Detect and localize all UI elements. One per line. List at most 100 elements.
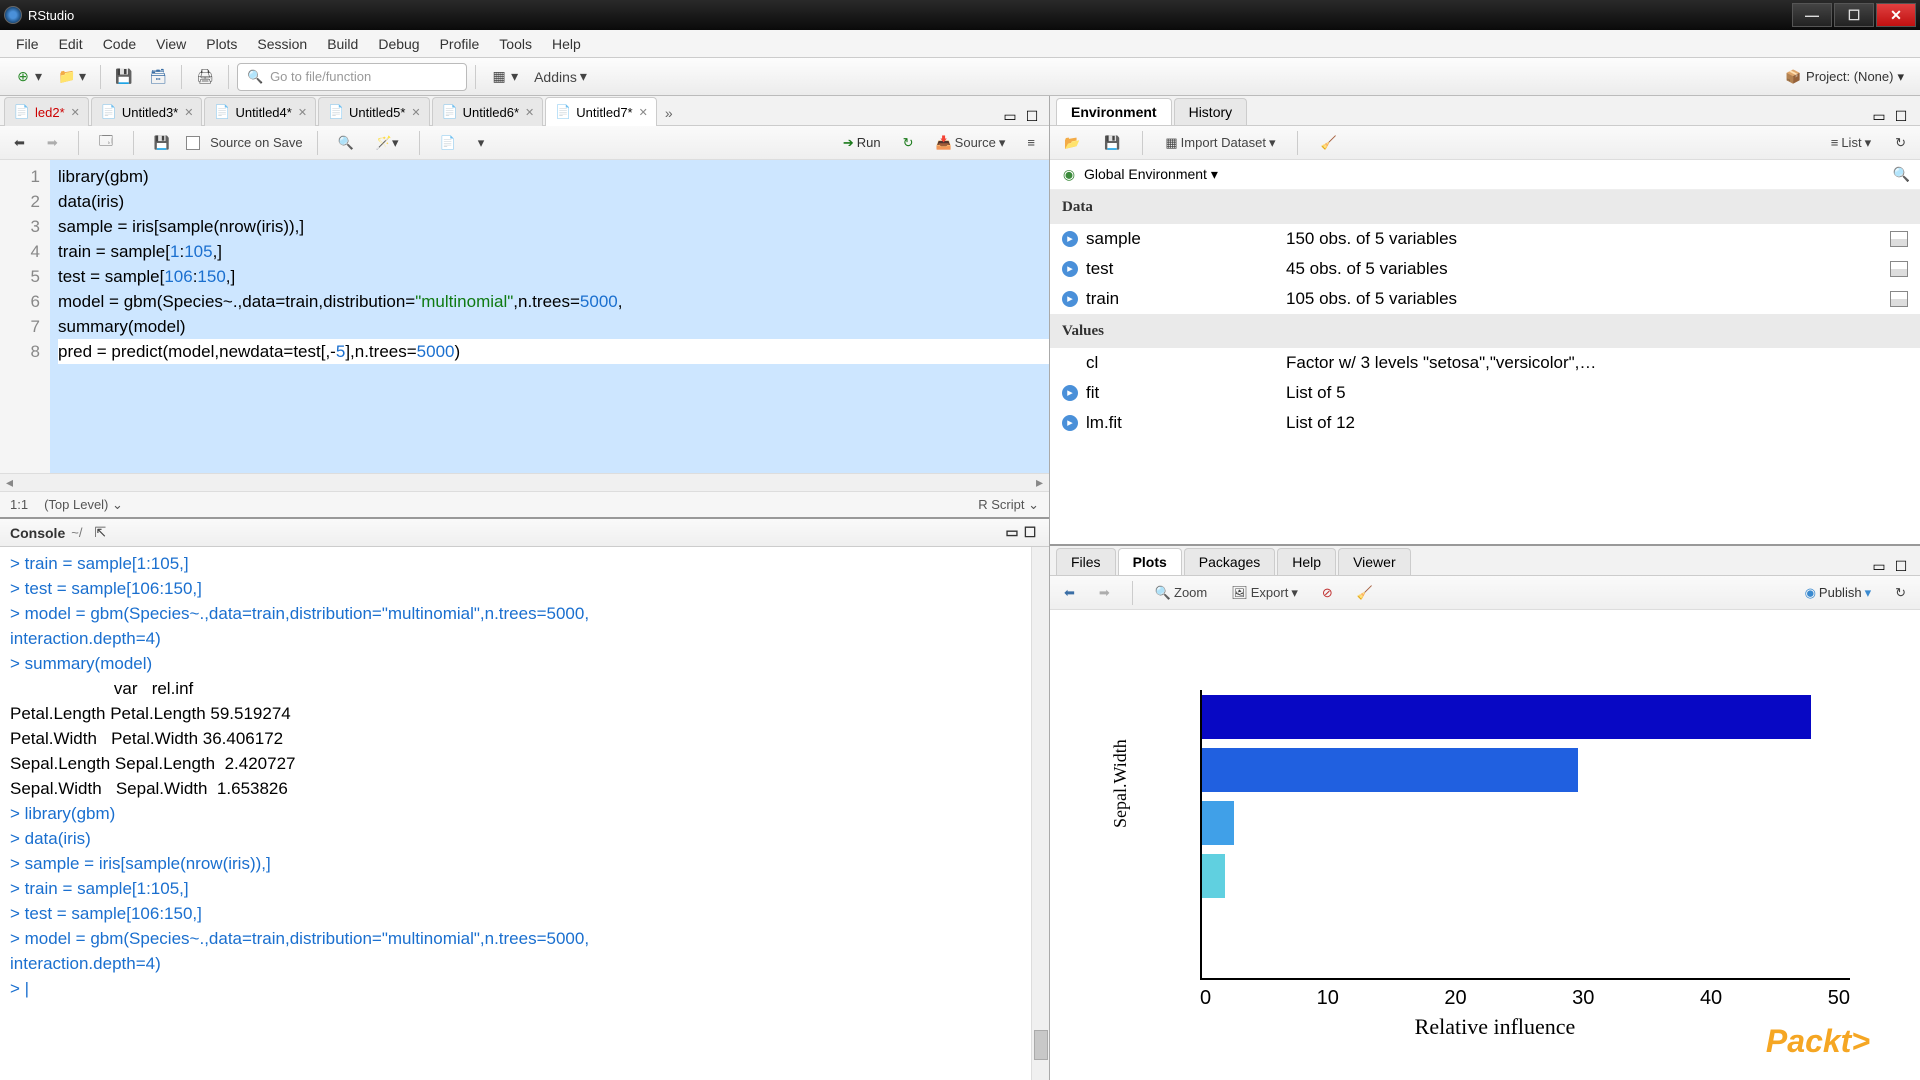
src-maximize-icon[interactable]: ☐: [1023, 107, 1041, 125]
print-button[interactable]: 🖨: [190, 64, 220, 90]
plots-tab-packages[interactable]: Packages: [1184, 548, 1275, 575]
console-minimize-icon[interactable]: ▭: [1003, 524, 1021, 542]
source-tab[interactable]: 📄Untitled7*✕: [545, 97, 657, 126]
rerun-button[interactable]: ↻: [897, 131, 920, 155]
outline-button[interactable]: ≡: [1021, 131, 1041, 154]
source-tab[interactable]: 📄Untitled6*✕: [432, 97, 544, 126]
console-scrollbar[interactable]: [1031, 547, 1049, 1080]
addins-button[interactable]: Addins ▾: [528, 64, 593, 89]
console-popup-icon[interactable]: ⇱: [88, 520, 112, 545]
project-menu[interactable]: 📦 Project: (None) ▾: [1776, 64, 1912, 90]
list-view-button[interactable]: ≡ List ▾: [1825, 131, 1877, 155]
console-maximize-icon[interactable]: ☐: [1021, 524, 1039, 542]
env-minimize-icon[interactable]: ▭: [1870, 107, 1888, 125]
expand-icon[interactable]: ▸: [1062, 385, 1078, 401]
close-button[interactable]: ✕: [1876, 3, 1916, 27]
source-on-save-checkbox[interactable]: [186, 136, 200, 150]
remove-plot-button[interactable]: ⊘: [1316, 581, 1339, 605]
new-file-button[interactable]: ⊕▾: [8, 64, 48, 90]
grid-icon[interactable]: [1890, 291, 1908, 307]
env-value-row[interactable]: ▸fitList of 5: [1050, 378, 1920, 408]
scope-label[interactable]: (Top Level) ⌄: [44, 497, 123, 513]
refresh-plot-button[interactable]: ↻: [1889, 581, 1912, 605]
plots-tab-help[interactable]: Help: [1277, 548, 1336, 575]
goto-file-input[interactable]: 🔍 Go to file/function: [237, 63, 467, 91]
save-button[interactable]: 💾: [109, 64, 139, 90]
env-tab-history[interactable]: History: [1174, 98, 1248, 125]
plots-minimize-icon[interactable]: ▭: [1870, 557, 1888, 575]
source-tab[interactable]: 📄led2*✕: [4, 97, 89, 126]
minimize-button[interactable]: —: [1792, 3, 1832, 27]
menu-code[interactable]: Code: [93, 32, 146, 56]
plots-tab-files[interactable]: Files: [1056, 548, 1116, 575]
env-value-row[interactable]: ▸lm.fitList of 12: [1050, 408, 1920, 438]
chunk-menu-button[interactable]: ▾: [472, 131, 491, 155]
console-output[interactable]: > train = sample[1:105,]> test = sample[…: [0, 547, 1049, 1080]
source-tab[interactable]: 📄Untitled3*✕: [91, 97, 203, 126]
close-tab-icon[interactable]: ✕: [298, 106, 307, 119]
show-in-new-window-button[interactable]: 🗔: [93, 128, 119, 158]
env-tab-environment[interactable]: Environment: [1056, 98, 1172, 125]
code-editor[interactable]: 12345678 library(gbm)data(iris)sample = …: [0, 160, 1049, 473]
menu-build[interactable]: Build: [317, 32, 368, 56]
close-tab-icon[interactable]: ✕: [184, 106, 193, 119]
compile-report-button[interactable]: 📄: [434, 131, 462, 155]
source-hscrollbar[interactable]: ◂▸: [0, 473, 1049, 491]
menu-session[interactable]: Session: [247, 32, 317, 56]
src-minimize-icon[interactable]: ▭: [1001, 107, 1019, 125]
run-button[interactable]: ➔ Run: [837, 131, 887, 155]
source-button[interactable]: 📥 Source ▾: [929, 131, 1011, 155]
plot-next-button[interactable]: ➡: [1093, 581, 1116, 605]
plots-tab-viewer[interactable]: Viewer: [1338, 548, 1411, 575]
grid-icon[interactable]: [1890, 261, 1908, 277]
menu-help[interactable]: Help: [542, 32, 591, 56]
plots-maximize-icon[interactable]: ☐: [1892, 557, 1910, 575]
zoom-button[interactable]: 🔍 Zoom: [1149, 581, 1213, 605]
env-maximize-icon[interactable]: ☐: [1892, 107, 1910, 125]
maximize-button[interactable]: ☐: [1834, 3, 1874, 27]
menu-file[interactable]: File: [6, 32, 49, 56]
close-tab-icon[interactable]: ✕: [525, 106, 534, 119]
new-project-button[interactable]: 📁▾: [52, 64, 92, 90]
load-workspace-button[interactable]: 📂: [1058, 131, 1086, 155]
import-dataset-button[interactable]: ▦ Import Dataset ▾: [1159, 131, 1281, 155]
menu-view[interactable]: View: [146, 32, 196, 56]
close-tab-icon[interactable]: ✕: [71, 106, 80, 119]
close-tab-icon[interactable]: ✕: [411, 106, 420, 119]
clear-plots-button[interactable]: 🧹: [1351, 581, 1379, 605]
source-tab[interactable]: 📄Untitled4*✕: [204, 97, 316, 126]
publish-button[interactable]: ◉ Publish ▾: [1799, 581, 1878, 605]
env-data-row[interactable]: ▸sample150 obs. of 5 variables: [1050, 224, 1920, 254]
clear-workspace-button[interactable]: 🧹: [1314, 131, 1342, 155]
menu-debug[interactable]: Debug: [368, 32, 429, 56]
expand-icon[interactable]: ▸: [1062, 261, 1078, 277]
find-button[interactable]: 🔍: [332, 131, 360, 155]
save-source-button[interactable]: 💾: [148, 131, 176, 155]
back-button[interactable]: ⬅: [8, 131, 31, 155]
refresh-env-button[interactable]: ↻: [1889, 131, 1912, 155]
source-tab[interactable]: 📄Untitled5*✕: [318, 97, 430, 126]
expand-icon[interactable]: ▸: [1062, 231, 1078, 247]
env-search-input[interactable]: 🔍: [1893, 166, 1910, 183]
wand-button[interactable]: 🪄▾: [370, 131, 405, 155]
expand-icon[interactable]: ▸: [1062, 415, 1078, 431]
save-all-button[interactable]: 🗃: [143, 64, 173, 90]
more-tabs-button[interactable]: »: [659, 101, 679, 125]
plot-prev-button[interactable]: ⬅: [1058, 581, 1081, 605]
close-tab-icon[interactable]: ✕: [639, 106, 648, 119]
menu-edit[interactable]: Edit: [49, 32, 93, 56]
env-value-row[interactable]: clFactor w/ 3 levels "setosa","versicolo…: [1050, 348, 1920, 378]
env-data-row[interactable]: ▸train105 obs. of 5 variables: [1050, 284, 1920, 314]
expand-icon[interactable]: ▸: [1062, 291, 1078, 307]
export-button[interactable]: 🖼 Export ▾: [1225, 581, 1304, 605]
language-label[interactable]: R Script ⌄: [978, 497, 1039, 513]
env-scope[interactable]: Global Environment ▾: [1084, 166, 1218, 183]
save-workspace-button[interactable]: 💾: [1098, 131, 1126, 155]
menu-plots[interactable]: Plots: [196, 32, 247, 56]
forward-button[interactable]: ➡: [41, 131, 64, 155]
menu-profile[interactable]: Profile: [430, 32, 490, 56]
plots-tab-plots[interactable]: Plots: [1118, 548, 1182, 575]
grid-button[interactable]: ▦▾: [484, 64, 524, 90]
env-data-row[interactable]: ▸test45 obs. of 5 variables: [1050, 254, 1920, 284]
grid-icon[interactable]: [1890, 231, 1908, 247]
